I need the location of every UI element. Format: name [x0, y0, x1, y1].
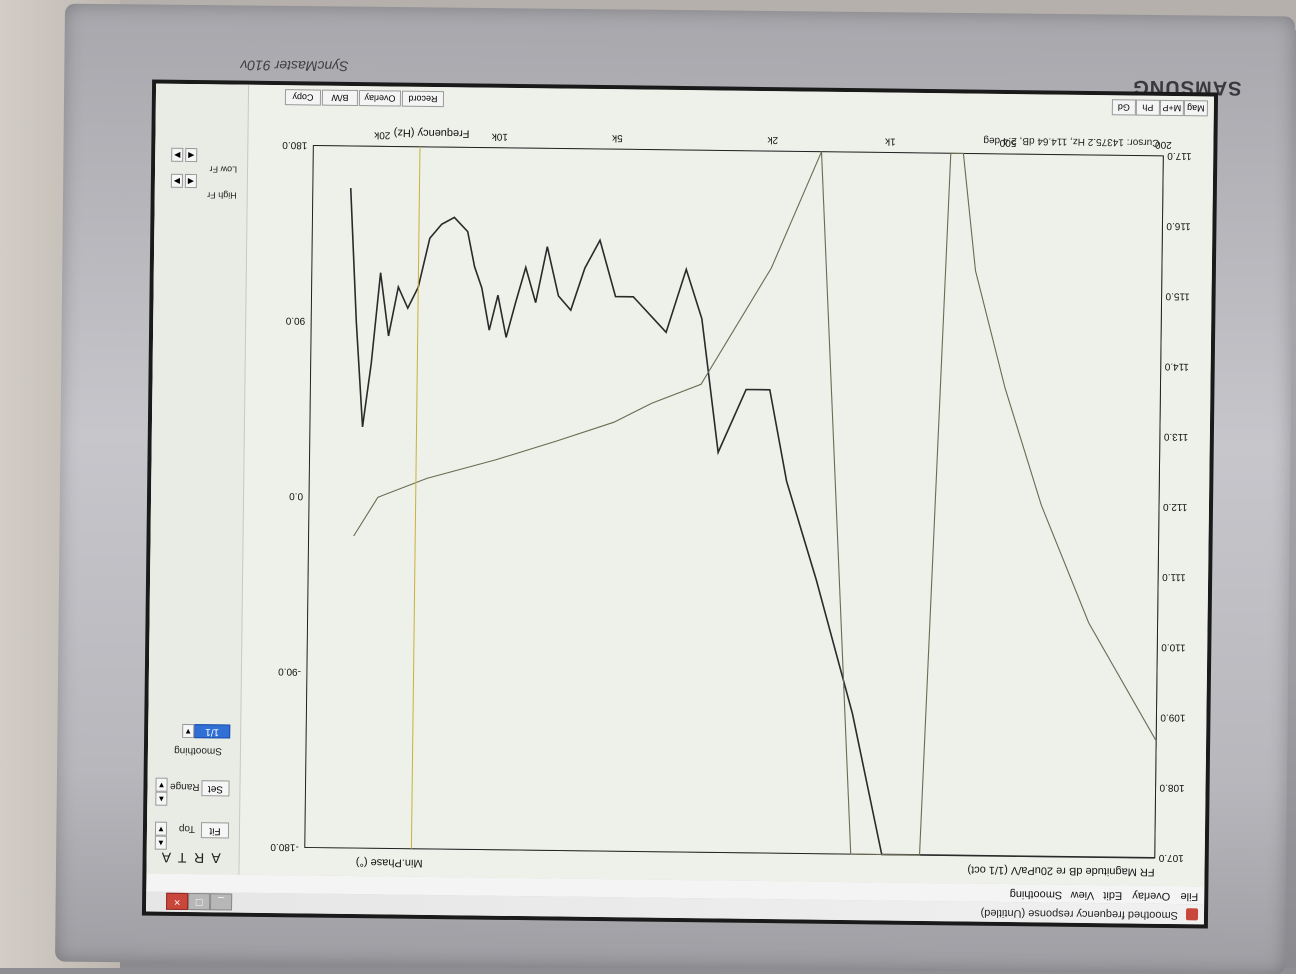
top-down-icon[interactable]: ▼ — [154, 821, 168, 836]
y-tick-label-left: 117.0 — [1167, 150, 1192, 161]
menu-smoothing[interactable]: Smoothing — [1010, 888, 1063, 901]
minimize-icon[interactable]: _ — [210, 893, 233, 911]
range-down-icon[interactable]: ▼ — [155, 777, 168, 792]
y-tick-label-left: 110.0 — [1161, 641, 1186, 652]
window-title: Smoothed frequency response (Untitled) — [980, 906, 1179, 922]
smoothing-select[interactable]: 1/1 — [194, 724, 231, 739]
record-button[interactable]: Record — [401, 90, 445, 108]
high-fr-label: High Fr — [207, 190, 237, 201]
x-tick-label: 20k — [373, 129, 390, 140]
y-tick-label-right: 90.0 — [285, 315, 305, 326]
low-fr-label: Low Fr — [209, 164, 238, 175]
top-up-icon[interactable]: ▲ — [154, 835, 167, 850]
x-tick-label: 2k — [767, 134, 779, 145]
range-up-icon[interactable]: ▲ — [155, 791, 168, 806]
y-tick-label-right: -90.0 — [278, 666, 301, 677]
y-tick-label-left: 108.0 — [1159, 782, 1185, 793]
smoothing-dropdown-icon[interactable]: ▼ — [182, 723, 195, 739]
y-tick-label-right: 180.0 — [282, 139, 308, 150]
high-fr-left-icon[interactable]: ◀ — [184, 173, 197, 189]
range-label: Range — [169, 780, 200, 793]
low-fr-right-icon[interactable]: ▶ — [171, 147, 184, 162]
menu-edit[interactable]: Edit — [1103, 889, 1122, 901]
y-tick-label-left: 114.0 — [1164, 361, 1189, 372]
plot-frame — [304, 144, 1164, 859]
app-icon — [1185, 908, 1199, 921]
close-icon[interactable]: × — [166, 892, 189, 911]
smoothing-label: Smoothing — [174, 744, 223, 757]
y-tick-label-left: 107.0 — [1158, 852, 1184, 863]
cursor-readout: Cursor: 14375.2 Hz, 114.64 dB, 2.4 deg — [983, 134, 1160, 148]
y-tick-label-left: 113.0 — [1163, 431, 1188, 442]
y-tick-label-left: 115.0 — [1165, 290, 1190, 301]
tab-ph[interactable]: Ph — [1135, 99, 1160, 116]
y-tick-label-left: 116.0 — [1166, 220, 1191, 231]
bw-button[interactable]: B/W — [321, 89, 359, 107]
set-button[interactable]: Set — [201, 780, 230, 797]
fit-button[interactable]: Fit — [200, 822, 230, 839]
monitor-screen-frame: Smoothed frequency response (Untitled) _… — [141, 79, 1219, 929]
x-axis-title: Frequency (Hz) — [393, 126, 470, 140]
x-tick-label: 5k — [611, 132, 623, 143]
y-tick-label-left: 109.0 — [1160, 711, 1186, 722]
menu-view[interactable]: View — [1071, 889, 1095, 901]
tab-gd[interactable]: Gd — [1111, 99, 1136, 116]
tab-m-plus-p[interactable]: M+P — [1159, 99, 1184, 117]
frequency-response-chart[interactable]: 2005001k2k5k10k20k107.0108.0109.0110.011… — [146, 84, 1214, 887]
x-tick-label: 10k — [491, 131, 508, 142]
tab-mag[interactable]: Mag — [1183, 100, 1208, 117]
top-label: Top — [178, 822, 196, 835]
y-tick-label-left: 112.0 — [1163, 501, 1188, 512]
menu-file[interactable]: File — [1180, 890, 1198, 902]
control-sidebar: A R T A Top Fit ▲ ▼ Range Set ▲ ▼ Smooth… — [145, 83, 250, 875]
x-tick-label: 1k — [884, 135, 896, 146]
maximize-icon[interactable]: □ — [188, 893, 211, 911]
copy-button[interactable]: Copy — [284, 89, 322, 106]
y-tick-label-right: -180.0 — [270, 841, 299, 852]
overlay-button[interactable]: Overlay — [358, 90, 402, 107]
y-tick-label-right: 0.0 — [289, 490, 303, 501]
y-tick-label-left: 111.0 — [1162, 571, 1186, 582]
high-fr-right-icon[interactable]: ▶ — [170, 173, 183, 188]
monitor-screen: Smoothed frequency response (Untitled) _… — [145, 83, 1215, 925]
chart-axes — [304, 144, 1164, 859]
menu-overlay[interactable]: Overlay — [1132, 890, 1170, 902]
plot-area: FR Magnitude dB re 20uPa/V (1/1 oct) Min… — [145, 83, 1215, 887]
monitor-model-label: SyncMaster 910v — [240, 57, 349, 75]
low-fr-left-icon[interactable]: ◀ — [185, 147, 198, 163]
arta-logo: A R T A — [159, 849, 221, 867]
